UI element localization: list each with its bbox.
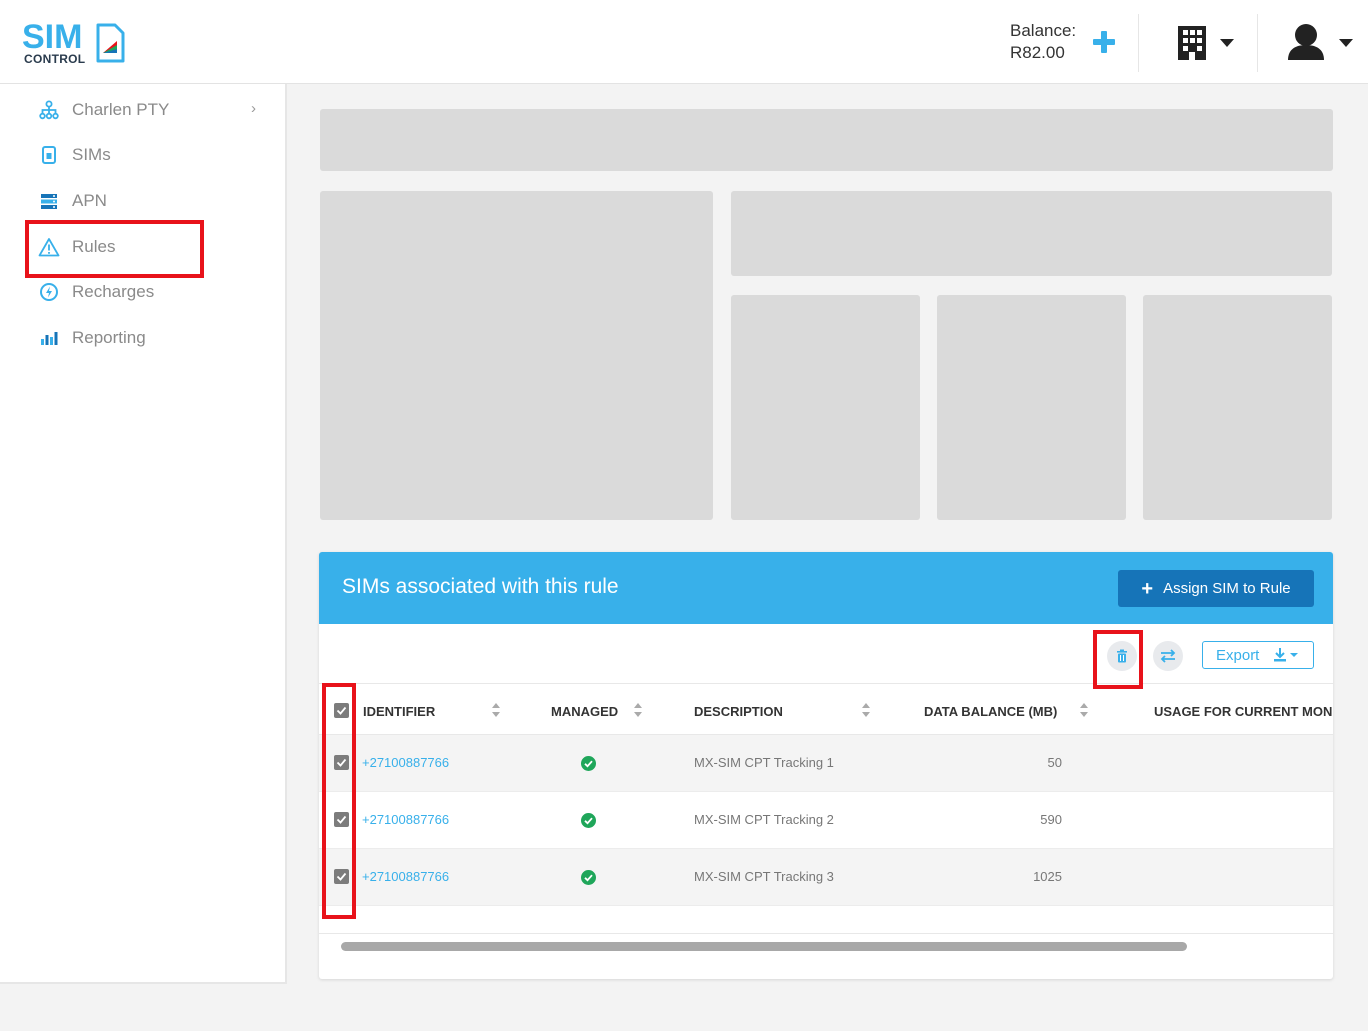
swap-arrows-icon: [1160, 649, 1176, 663]
check-circle-icon: [581, 813, 596, 828]
table-header: IDENTIFIER MANAGED DESCRIPTION DATA BALA…: [319, 683, 1333, 735]
balance-value: R82.00: [1010, 43, 1065, 62]
logo-sim-text: SIM: [22, 18, 83, 56]
panel-title: SIMs associated with this rule: [342, 575, 619, 598]
sidebar-item-reporting[interactable]: Reporting: [38, 324, 268, 352]
loading-placeholder: [937, 295, 1126, 520]
sort-icon[interactable]: [633, 702, 643, 718]
bolt-circle-icon: [38, 281, 60, 303]
sim-description: MX-SIM CPT Tracking 2: [694, 812, 834, 827]
data-balance-value: 590: [1040, 812, 1062, 827]
building-icon: [1178, 26, 1234, 60]
export-button[interactable]: Export: [1202, 641, 1314, 669]
loading-placeholder: [731, 295, 920, 520]
sim-card-logo-icon: [96, 23, 125, 63]
column-managed[interactable]: MANAGED: [551, 704, 618, 719]
sim-control-logo[interactable]: SIM CONTROL: [22, 20, 132, 66]
table-row[interactable]: +27100887766 MX-SIM CPT Tracking 2 590: [319, 792, 1333, 849]
horizontal-scrollbar[interactable]: [319, 933, 1333, 957]
sidebar-item-label: Charlen PTY: [72, 100, 170, 119]
sidebar: Charlen PTY › SIMs APN Rules Recharges R…: [0, 84, 287, 984]
plus-icon: +: [1141, 577, 1154, 600]
sidebar-item-recharges[interactable]: Recharges: [38, 278, 268, 306]
panel-header: SIMs associated with this rule + Assign …: [319, 552, 1333, 624]
sidebar-item-label: Reporting: [72, 328, 146, 347]
sim-description: MX-SIM CPT Tracking 1: [694, 755, 834, 770]
rules-highlight-box: [25, 220, 204, 278]
top-header: SIM CONTROL Balance: R82.00: [0, 0, 1368, 84]
sim-description: MX-SIM CPT Tracking 3: [694, 869, 834, 884]
sim-identifier-link[interactable]: +27100887766: [362, 755, 449, 770]
scrollbar-thumb[interactable]: [341, 942, 1187, 951]
data-balance-value: 1025: [1033, 869, 1062, 884]
data-balance-value: 50: [1047, 755, 1062, 770]
column-identifier[interactable]: IDENTIFIER: [363, 704, 435, 719]
sidebar-item-label: SIMs: [72, 145, 111, 164]
balance-label: Balance:: [1010, 21, 1077, 40]
check-circle-icon: [581, 870, 596, 885]
loading-placeholder: [320, 191, 713, 520]
sim-card-icon: [38, 144, 60, 166]
sim-identifier-link[interactable]: +27100887766: [362, 869, 449, 884]
export-label: Export: [1216, 646, 1260, 664]
loading-placeholder: [1143, 295, 1332, 520]
sims-panel: SIMs associated with this rule + Assign …: [319, 552, 1333, 979]
chevron-right-icon: ›: [251, 100, 256, 117]
sort-icon[interactable]: [491, 702, 501, 718]
table-row[interactable]: +27100887766 MX-SIM CPT Tracking 1 50: [319, 735, 1333, 792]
add-balance-plus-icon[interactable]: [1090, 28, 1118, 56]
bar-chart-icon: [38, 327, 60, 349]
loading-placeholder: [731, 191, 1332, 276]
header-divider: [1257, 14, 1258, 72]
checkbox-column-highlight-box: [322, 683, 356, 919]
sort-icon[interactable]: [1079, 702, 1089, 718]
server-icon: [38, 190, 60, 212]
sidebar-item-label: APN: [72, 191, 107, 210]
sidebar-item-sims[interactable]: SIMs: [38, 141, 268, 169]
column-usage-current-month[interactable]: USAGE FOR CURRENT MON: [1154, 704, 1332, 719]
org-tree-icon: [38, 99, 60, 121]
balance-display: Balance: R82.00: [1010, 20, 1076, 64]
download-caret-icon: [1274, 648, 1299, 662]
check-circle-icon: [581, 756, 596, 771]
assign-sim-label: Assign SIM to Rule: [1163, 580, 1291, 597]
user-menu[interactable]: [1286, 23, 1356, 63]
delete-highlight-box: [1093, 630, 1143, 689]
column-data-balance[interactable]: DATA BALANCE (MB): [924, 704, 1057, 719]
sidebar-item-label: Recharges: [72, 282, 155, 301]
sidebar-item-apn[interactable]: APN: [38, 187, 268, 215]
logo-control-text: CONTROL: [24, 52, 86, 66]
table-row[interactable]: +27100887766 MX-SIM CPT Tracking 3 1025: [319, 849, 1333, 906]
transfer-button[interactable]: [1153, 641, 1183, 671]
column-description[interactable]: DESCRIPTION: [694, 704, 783, 719]
sidebar-item-account[interactable]: Charlen PTY ›: [38, 96, 268, 124]
caret-down-icon: [1339, 39, 1353, 47]
sim-identifier-link[interactable]: +27100887766: [362, 812, 449, 827]
sort-icon[interactable]: [861, 702, 871, 718]
user-icon: [1288, 24, 1353, 60]
assign-sim-button[interactable]: + Assign SIM to Rule: [1118, 570, 1314, 607]
organisation-menu[interactable]: [1176, 25, 1236, 61]
loading-placeholder: [320, 109, 1333, 171]
header-divider: [1138, 14, 1139, 72]
caret-down-icon: [1220, 39, 1234, 47]
